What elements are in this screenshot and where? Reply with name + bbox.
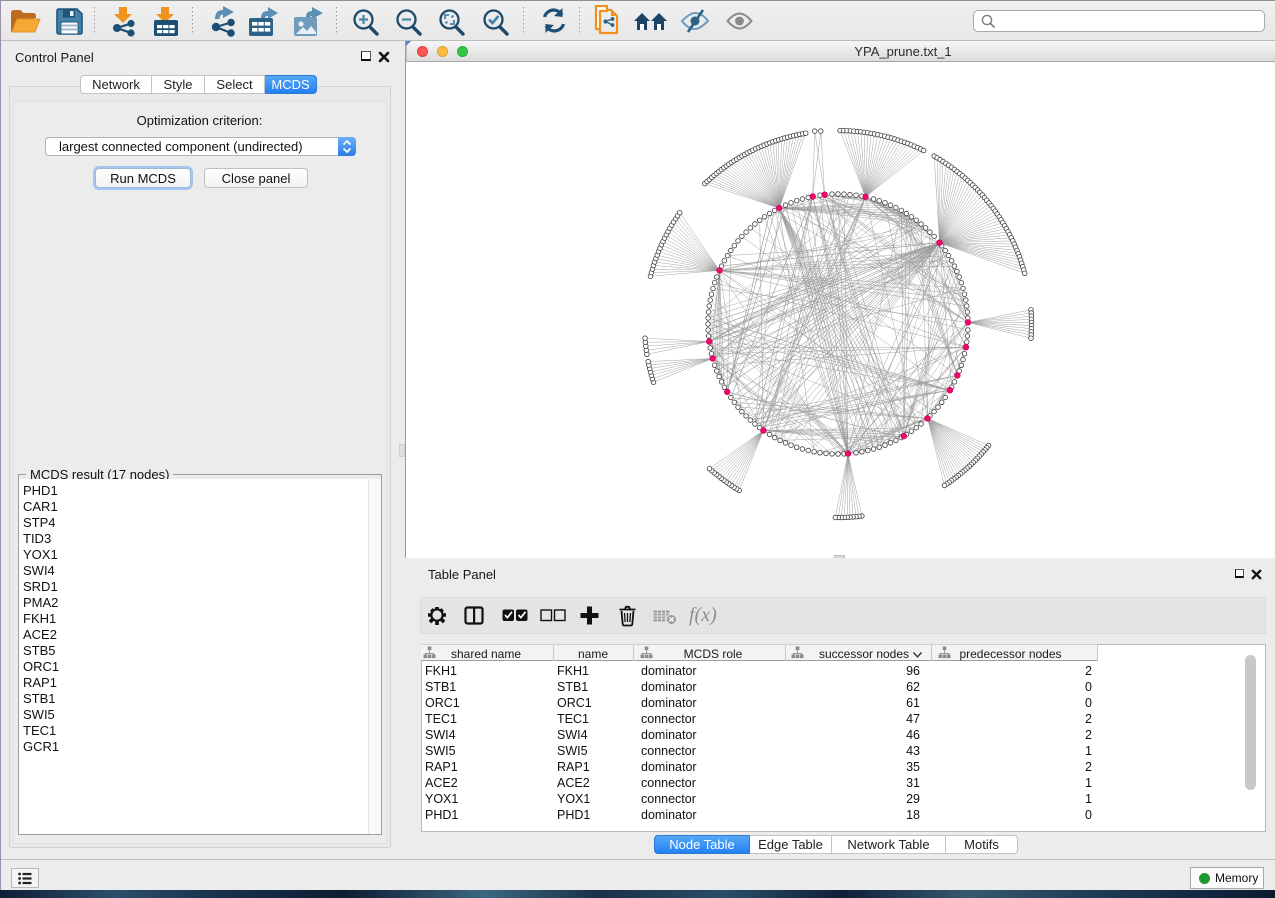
svg-text:f(x): f(x) (689, 605, 717, 626)
